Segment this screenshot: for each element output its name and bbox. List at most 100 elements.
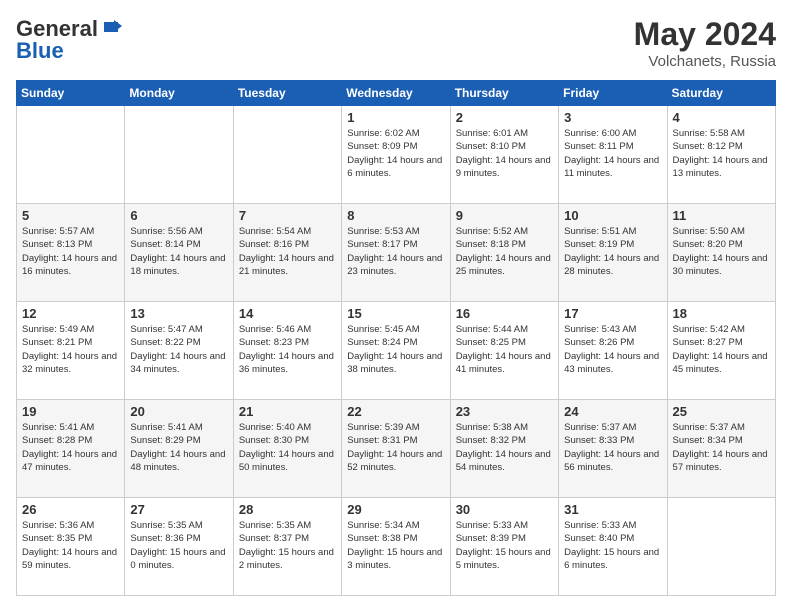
day-number: 10 <box>564 208 661 223</box>
day-number: 17 <box>564 306 661 321</box>
header-monday: Monday <box>125 81 233 106</box>
day-number: 14 <box>239 306 336 321</box>
day-info: Sunrise: 5:53 AMSunset: 8:17 PMDaylight:… <box>347 225 444 278</box>
day-number: 11 <box>673 208 770 223</box>
day-info: Sunrise: 5:33 AMSunset: 8:40 PMDaylight:… <box>564 519 661 572</box>
table-row: 24 Sunrise: 5:37 AMSunset: 8:33 PMDaylig… <box>559 400 667 498</box>
day-number: 23 <box>456 404 553 419</box>
day-info: Sunrise: 5:52 AMSunset: 8:18 PMDaylight:… <box>456 225 553 278</box>
day-info: Sunrise: 5:58 AMSunset: 8:12 PMDaylight:… <box>673 127 770 180</box>
location: Volchanets, Russia <box>634 53 776 70</box>
table-row: 23 Sunrise: 5:38 AMSunset: 8:32 PMDaylig… <box>450 400 558 498</box>
table-row: 17 Sunrise: 5:43 AMSunset: 8:26 PMDaylig… <box>559 302 667 400</box>
day-number: 9 <box>456 208 553 223</box>
day-info: Sunrise: 5:36 AMSunset: 8:35 PMDaylight:… <box>22 519 119 572</box>
day-info: Sunrise: 5:57 AMSunset: 8:13 PMDaylight:… <box>22 225 119 278</box>
day-info: Sunrise: 5:46 AMSunset: 8:23 PMDaylight:… <box>239 323 336 376</box>
day-number: 28 <box>239 502 336 517</box>
page: General Blue May 2024 Volchanets, Russia… <box>0 0 792 612</box>
table-row: 1 Sunrise: 6:02 AMSunset: 8:09 PMDayligh… <box>342 106 450 204</box>
day-number: 19 <box>22 404 119 419</box>
day-info: Sunrise: 5:45 AMSunset: 8:24 PMDaylight:… <box>347 323 444 376</box>
weekday-header-row: Sunday Monday Tuesday Wednesday Thursday… <box>17 81 776 106</box>
day-number: 29 <box>347 502 444 517</box>
table-row: 12 Sunrise: 5:49 AMSunset: 8:21 PMDaylig… <box>17 302 125 400</box>
table-row: 7 Sunrise: 5:54 AMSunset: 8:16 PMDayligh… <box>233 204 341 302</box>
table-row <box>17 106 125 204</box>
calendar-week-row: 12 Sunrise: 5:49 AMSunset: 8:21 PMDaylig… <box>17 302 776 400</box>
day-info: Sunrise: 5:37 AMSunset: 8:34 PMDaylight:… <box>673 421 770 474</box>
day-number: 25 <box>673 404 770 419</box>
day-number: 5 <box>22 208 119 223</box>
day-number: 4 <box>673 110 770 125</box>
day-number: 21 <box>239 404 336 419</box>
day-number: 13 <box>130 306 227 321</box>
day-info: Sunrise: 6:00 AMSunset: 8:11 PMDaylight:… <box>564 127 661 180</box>
table-row: 11 Sunrise: 5:50 AMSunset: 8:20 PMDaylig… <box>667 204 775 302</box>
day-info: Sunrise: 5:35 AMSunset: 8:37 PMDaylight:… <box>239 519 336 572</box>
table-row: 5 Sunrise: 5:57 AMSunset: 8:13 PMDayligh… <box>17 204 125 302</box>
day-info: Sunrise: 5:49 AMSunset: 8:21 PMDaylight:… <box>22 323 119 376</box>
logo: General Blue <box>16 16 122 64</box>
table-row: 9 Sunrise: 5:52 AMSunset: 8:18 PMDayligh… <box>450 204 558 302</box>
day-number: 26 <box>22 502 119 517</box>
day-info: Sunrise: 5:41 AMSunset: 8:29 PMDaylight:… <box>130 421 227 474</box>
table-row: 30 Sunrise: 5:33 AMSunset: 8:39 PMDaylig… <box>450 498 558 596</box>
day-number: 24 <box>564 404 661 419</box>
table-row: 20 Sunrise: 5:41 AMSunset: 8:29 PMDaylig… <box>125 400 233 498</box>
day-info: Sunrise: 5:51 AMSunset: 8:19 PMDaylight:… <box>564 225 661 278</box>
day-number: 6 <box>130 208 227 223</box>
table-row: 16 Sunrise: 5:44 AMSunset: 8:25 PMDaylig… <box>450 302 558 400</box>
day-info: Sunrise: 6:01 AMSunset: 8:10 PMDaylight:… <box>456 127 553 180</box>
day-number: 3 <box>564 110 661 125</box>
table-row: 15 Sunrise: 5:45 AMSunset: 8:24 PMDaylig… <box>342 302 450 400</box>
day-number: 18 <box>673 306 770 321</box>
day-number: 1 <box>347 110 444 125</box>
day-info: Sunrise: 5:39 AMSunset: 8:31 PMDaylight:… <box>347 421 444 474</box>
table-row: 6 Sunrise: 5:56 AMSunset: 8:14 PMDayligh… <box>125 204 233 302</box>
table-row: 31 Sunrise: 5:33 AMSunset: 8:40 PMDaylig… <box>559 498 667 596</box>
calendar-week-row: 5 Sunrise: 5:57 AMSunset: 8:13 PMDayligh… <box>17 204 776 302</box>
day-info: Sunrise: 5:54 AMSunset: 8:16 PMDaylight:… <box>239 225 336 278</box>
header-wednesday: Wednesday <box>342 81 450 106</box>
day-number: 30 <box>456 502 553 517</box>
table-row: 8 Sunrise: 5:53 AMSunset: 8:17 PMDayligh… <box>342 204 450 302</box>
table-row: 13 Sunrise: 5:47 AMSunset: 8:22 PMDaylig… <box>125 302 233 400</box>
day-info: Sunrise: 5:50 AMSunset: 8:20 PMDaylight:… <box>673 225 770 278</box>
table-row <box>125 106 233 204</box>
day-number: 7 <box>239 208 336 223</box>
day-info: Sunrise: 5:41 AMSunset: 8:28 PMDaylight:… <box>22 421 119 474</box>
day-number: 8 <box>347 208 444 223</box>
table-row: 10 Sunrise: 5:51 AMSunset: 8:19 PMDaylig… <box>559 204 667 302</box>
table-row <box>233 106 341 204</box>
table-row: 19 Sunrise: 5:41 AMSunset: 8:28 PMDaylig… <box>17 400 125 498</box>
calendar-week-row: 19 Sunrise: 5:41 AMSunset: 8:28 PMDaylig… <box>17 400 776 498</box>
table-row: 21 Sunrise: 5:40 AMSunset: 8:30 PMDaylig… <box>233 400 341 498</box>
day-info: Sunrise: 5:34 AMSunset: 8:38 PMDaylight:… <box>347 519 444 572</box>
header-thursday: Thursday <box>450 81 558 106</box>
header-friday: Friday <box>559 81 667 106</box>
day-number: 15 <box>347 306 444 321</box>
table-row: 28 Sunrise: 5:35 AMSunset: 8:37 PMDaylig… <box>233 498 341 596</box>
calendar-table: Sunday Monday Tuesday Wednesday Thursday… <box>16 80 776 596</box>
day-number: 31 <box>564 502 661 517</box>
header-saturday: Saturday <box>667 81 775 106</box>
day-info: Sunrise: 5:44 AMSunset: 8:25 PMDaylight:… <box>456 323 553 376</box>
header-tuesday: Tuesday <box>233 81 341 106</box>
table-row: 29 Sunrise: 5:34 AMSunset: 8:38 PMDaylig… <box>342 498 450 596</box>
table-row: 26 Sunrise: 5:36 AMSunset: 8:35 PMDaylig… <box>17 498 125 596</box>
title-block: May 2024 Volchanets, Russia <box>634 16 776 70</box>
table-row: 27 Sunrise: 5:35 AMSunset: 8:36 PMDaylig… <box>125 498 233 596</box>
table-row: 22 Sunrise: 5:39 AMSunset: 8:31 PMDaylig… <box>342 400 450 498</box>
table-row: 2 Sunrise: 6:01 AMSunset: 8:10 PMDayligh… <box>450 106 558 204</box>
day-number: 2 <box>456 110 553 125</box>
table-row: 25 Sunrise: 5:37 AMSunset: 8:34 PMDaylig… <box>667 400 775 498</box>
day-info: Sunrise: 5:33 AMSunset: 8:39 PMDaylight:… <box>456 519 553 572</box>
day-info: Sunrise: 5:40 AMSunset: 8:30 PMDaylight:… <box>239 421 336 474</box>
month-year: May 2024 <box>634 16 776 53</box>
header: General Blue May 2024 Volchanets, Russia <box>16 16 776 70</box>
day-info: Sunrise: 5:43 AMSunset: 8:26 PMDaylight:… <box>564 323 661 376</box>
table-row: 3 Sunrise: 6:00 AMSunset: 8:11 PMDayligh… <box>559 106 667 204</box>
day-info: Sunrise: 5:56 AMSunset: 8:14 PMDaylight:… <box>130 225 227 278</box>
calendar-week-row: 1 Sunrise: 6:02 AMSunset: 8:09 PMDayligh… <box>17 106 776 204</box>
